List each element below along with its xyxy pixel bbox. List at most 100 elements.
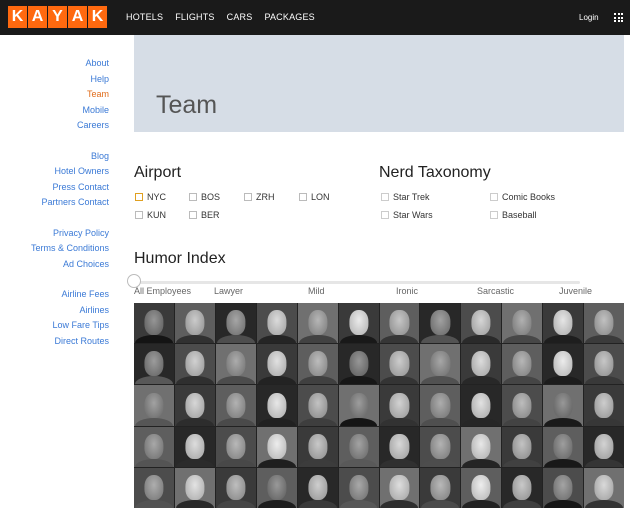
team-member-photo[interactable]	[461, 426, 502, 467]
filter-star-wars-checkbox[interactable]: Star Wars	[381, 210, 433, 220]
checkbox-box[interactable]	[490, 211, 498, 219]
humor-tick-label[interactable]: All Employees	[134, 286, 191, 296]
filter-bos-checkbox[interactable]: BOS	[189, 192, 220, 202]
team-member-photo[interactable]	[215, 385, 256, 426]
team-member-photo[interactable]	[256, 344, 297, 385]
filter-zrh-checkbox[interactable]: ZRH	[244, 192, 275, 202]
sidebar-item-help[interactable]: Help	[0, 72, 109, 88]
team-member-photo[interactable]	[338, 344, 379, 385]
team-member-photo[interactable]	[379, 303, 420, 344]
checkbox-box[interactable]	[381, 211, 389, 219]
team-member-photo[interactable]	[420, 385, 461, 426]
filter-ber-checkbox[interactable]: BER	[189, 210, 220, 220]
nav-flights[interactable]: FLIGHTS	[175, 12, 214, 22]
team-member-photo[interactable]	[338, 303, 379, 344]
team-member-photo[interactable]	[134, 385, 174, 426]
apps-grid-icon[interactable]	[614, 13, 623, 22]
team-member-photo[interactable]	[174, 385, 215, 426]
team-member-photo[interactable]	[174, 303, 215, 344]
filter-nyc-checkbox[interactable]: NYC	[135, 192, 166, 202]
team-member-photo[interactable]	[420, 344, 461, 385]
sidebar-item-privacy-policy[interactable]: Privacy Policy	[0, 226, 109, 242]
team-member-photo[interactable]	[461, 344, 502, 385]
sidebar-item-hotel-owners[interactable]: Hotel Owners	[0, 164, 109, 180]
filter-star-trek-checkbox[interactable]: Star Trek	[381, 192, 430, 202]
checkbox-box[interactable]	[135, 193, 143, 201]
sidebar-item-press-contact[interactable]: Press Contact	[0, 180, 109, 196]
team-member-photo[interactable]	[420, 303, 461, 344]
team-member-photo[interactable]	[174, 467, 215, 508]
sidebar-item-partners-contact[interactable]: Partners Contact	[0, 195, 109, 211]
filter-kun-checkbox[interactable]: KUN	[135, 210, 166, 220]
team-member-photo[interactable]	[134, 467, 174, 508]
team-member-photo[interactable]	[502, 344, 543, 385]
team-member-photo[interactable]	[584, 385, 624, 426]
team-member-photo[interactable]	[379, 344, 420, 385]
team-member-photo[interactable]	[297, 344, 338, 385]
sidebar-item-about[interactable]: About	[0, 56, 109, 72]
nav-cars[interactable]: CARS	[227, 12, 253, 22]
team-member-photo[interactable]	[379, 385, 420, 426]
checkbox-box[interactable]	[135, 211, 143, 219]
team-member-photo[interactable]	[134, 303, 174, 344]
team-member-photo[interactable]	[174, 426, 215, 467]
team-member-photo[interactable]	[502, 303, 543, 344]
team-member-photo[interactable]	[584, 426, 624, 467]
team-member-photo[interactable]	[543, 467, 584, 508]
sidebar-item-careers[interactable]: Careers	[0, 118, 109, 134]
team-member-photo[interactable]	[502, 385, 543, 426]
team-member-photo[interactable]	[543, 344, 584, 385]
team-member-photo[interactable]	[379, 426, 420, 467]
checkbox-box[interactable]	[299, 193, 307, 201]
team-member-photo[interactable]	[338, 426, 379, 467]
humor-tick-label[interactable]: Ironic	[396, 286, 418, 296]
team-member-photo[interactable]	[134, 426, 174, 467]
team-member-photo[interactable]	[420, 426, 461, 467]
team-member-photo[interactable]	[134, 344, 174, 385]
team-member-photo[interactable]	[215, 344, 256, 385]
team-member-photo[interactable]	[502, 467, 543, 508]
humor-slider-track[interactable]	[140, 281, 580, 284]
filter-baseball-checkbox[interactable]: Baseball	[490, 210, 537, 220]
sidebar-item-direct-routes[interactable]: Direct Routes	[0, 334, 109, 350]
humor-tick-label[interactable]: Lawyer	[214, 286, 243, 296]
team-member-photo[interactable]	[297, 385, 338, 426]
sidebar-item-team[interactable]: Team	[0, 87, 109, 103]
login-link[interactable]: Login	[579, 13, 599, 22]
team-member-photo[interactable]	[502, 426, 543, 467]
team-member-photo[interactable]	[215, 467, 256, 508]
team-member-photo[interactable]	[461, 385, 502, 426]
sidebar-item-airline-fees[interactable]: Airline Fees	[0, 287, 109, 303]
checkbox-box[interactable]	[381, 193, 389, 201]
nav-hotels[interactable]: HOTELS	[126, 12, 163, 22]
filter-comic-books-checkbox[interactable]: Comic Books	[490, 192, 555, 202]
team-member-photo[interactable]	[338, 467, 379, 508]
sidebar-item-blog[interactable]: Blog	[0, 149, 109, 165]
checkbox-box[interactable]	[244, 193, 252, 201]
sidebar-item-terms-conditions[interactable]: Terms & Conditions	[0, 241, 109, 257]
team-member-photo[interactable]	[584, 344, 624, 385]
kayak-logo[interactable]: KAYAK	[8, 6, 107, 28]
team-member-photo[interactable]	[584, 467, 624, 508]
team-member-photo[interactable]	[174, 344, 215, 385]
team-member-photo[interactable]	[461, 303, 502, 344]
team-member-photo[interactable]	[297, 467, 338, 508]
team-member-photo[interactable]	[379, 467, 420, 508]
sidebar-item-ad-choices[interactable]: Ad Choices	[0, 257, 109, 273]
team-member-photo[interactable]	[256, 385, 297, 426]
team-member-photo[interactable]	[338, 385, 379, 426]
sidebar-item-mobile[interactable]: Mobile	[0, 103, 109, 119]
team-member-photo[interactable]	[215, 426, 256, 467]
humor-tick-label[interactable]: Sarcastic	[477, 286, 514, 296]
nav-packages[interactable]: PACKAGES	[264, 12, 314, 22]
humor-tick-label[interactable]: Mild	[308, 286, 325, 296]
checkbox-box[interactable]	[189, 211, 197, 219]
humor-tick-label[interactable]: Juvenile	[559, 286, 592, 296]
team-member-photo[interactable]	[543, 426, 584, 467]
team-member-photo[interactable]	[543, 303, 584, 344]
team-member-photo[interactable]	[215, 303, 256, 344]
team-member-photo[interactable]	[297, 426, 338, 467]
team-member-photo[interactable]	[297, 303, 338, 344]
team-member-photo[interactable]	[584, 303, 624, 344]
team-member-photo[interactable]	[420, 467, 461, 508]
